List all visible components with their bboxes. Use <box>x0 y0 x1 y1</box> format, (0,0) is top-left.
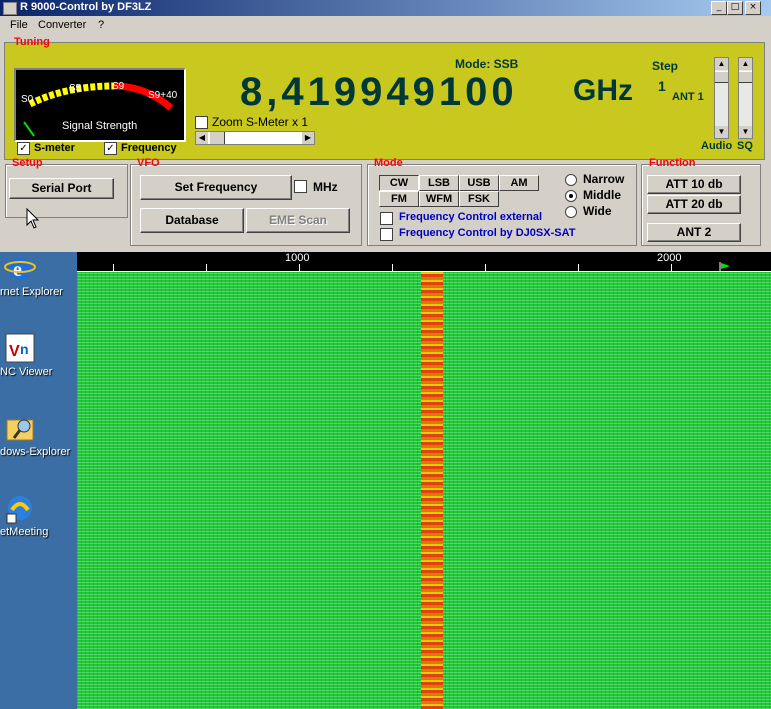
setup-group-label: Setup <box>12 157 43 169</box>
mode-fm-button[interactable]: FM <box>379 191 419 207</box>
window-title: R 9000-Control by DF3LZ <box>20 1 152 13</box>
app-icon <box>3 2 17 15</box>
zoom-smeter-checkbox[interactable] <box>195 116 208 129</box>
frequency-label: Frequency <box>121 142 177 154</box>
vnc-viewer-icon: Vn <box>4 332 36 364</box>
scroll-right-icon[interactable]: ▶ <box>302 132 314 144</box>
middle-label: Middle <box>583 188 621 202</box>
frequency-ruler: 1000 2000 <box>77 252 771 283</box>
fc-dj0sx-label: Frequency Control by DJ0SX-SAT <box>399 227 576 239</box>
tuning-group-label: Tuning <box>14 36 50 48</box>
mode-am-button[interactable]: AM <box>499 175 539 191</box>
meter-label: S9+40 <box>148 90 178 101</box>
mhz-label: MHz <box>313 180 338 194</box>
mode-cw-button[interactable]: CW <box>379 175 419 191</box>
svg-text:n: n <box>20 341 29 357</box>
scroll-up-icon[interactable]: ▲ <box>739 58 752 70</box>
smeter-label: S-meter <box>34 142 75 154</box>
desktop-icon-label: etMeeting <box>0 526 49 538</box>
s-meter: S0 S5 S9 S9+40 Signal Strength <box>14 68 186 142</box>
mode-wfm-button[interactable]: WFM <box>419 191 459 207</box>
maximize-button[interactable]: □ <box>727 1 743 15</box>
menu-file[interactable]: File <box>10 19 28 31</box>
eme-scan-button[interactable]: EME Scan <box>246 208 350 233</box>
zoom-slider[interactable]: ◀ ▶ <box>195 131 315 145</box>
step-value[interactable]: 1 <box>658 78 666 94</box>
fc-external-checkbox[interactable] <box>380 212 393 225</box>
desktop-icon-label: rnet Explorer <box>0 286 63 298</box>
set-frequency-button[interactable]: Set Frequency <box>140 175 292 200</box>
att-10-button[interactable]: ATT 10 db <box>647 175 741 194</box>
mode-group-label: Mode <box>374 157 403 169</box>
narrow-radio[interactable] <box>565 174 577 186</box>
mode-fsk-button[interactable]: FSK <box>459 191 499 207</box>
serial-port-button[interactable]: Serial Port <box>9 178 114 199</box>
antenna-display: ANT 1 <box>672 91 704 103</box>
internet-explorer-icon: e <box>4 252 36 284</box>
audio-slider[interactable]: ▲ ▼ <box>714 57 729 139</box>
scroll-down-icon[interactable]: ▼ <box>739 126 752 138</box>
fc-dj0sx-checkbox[interactable] <box>380 228 393 241</box>
wide-radio[interactable] <box>565 206 577 218</box>
scroll-down-icon[interactable]: ▼ <box>715 126 728 138</box>
att-20-button[interactable]: ATT 20 db <box>647 195 741 214</box>
meter-label: S0 <box>21 94 34 105</box>
frequency-unit: GHz <box>573 74 633 107</box>
scroll-left-icon[interactable]: ◀ <box>196 132 208 144</box>
audio-label: Audio <box>701 140 733 152</box>
squelch-slider-thumb[interactable] <box>739 71 752 83</box>
squelch-slider[interactable]: ▲ ▼ <box>738 57 753 139</box>
windows-explorer-icon <box>4 412 36 444</box>
frequency-checkbox[interactable]: ✓ <box>104 142 117 155</box>
meter-caption: Signal Strength <box>62 120 138 132</box>
mouse-cursor-icon <box>26 207 40 235</box>
zoom-slider-thumb[interactable] <box>209 132 225 144</box>
database-button[interactable]: Database <box>140 208 244 233</box>
frequency-display[interactable]: 8,419949100 <box>240 70 518 115</box>
mode-lsb-button[interactable]: LSB <box>419 175 459 191</box>
smeter-checkbox[interactable]: ✓ <box>17 142 30 155</box>
desktop-icon-label: dows-Explorer <box>0 446 71 458</box>
app-window: R 9000-Control by DF3LZ _ □ × File Conve… <box>0 0 771 252</box>
desktop-icon-label: NC Viewer <box>0 366 53 378</box>
mode-display: Mode: SSB <box>455 57 519 71</box>
meter-label: S9 <box>112 81 125 92</box>
meter-label: S5 <box>69 83 82 94</box>
menu-converter[interactable]: Converter <box>38 19 86 31</box>
radio-dot-icon <box>569 194 573 198</box>
mhz-checkbox[interactable] <box>294 180 307 193</box>
vfo-group-label: VFO <box>137 157 160 169</box>
mode-usb-button[interactable]: USB <box>459 175 499 191</box>
fc-external-label: Frequency Control external <box>399 211 543 223</box>
svg-text:V: V <box>9 343 20 360</box>
close-button[interactable]: × <box>745 1 761 15</box>
audio-slider-thumb[interactable] <box>715 71 728 83</box>
wide-label: Wide <box>583 204 612 218</box>
waterfall-signal-trace <box>421 272 443 709</box>
ruler-tick-label: 1000 <box>285 252 310 264</box>
narrow-label: Narrow <box>583 172 625 186</box>
middle-radio[interactable] <box>565 190 577 202</box>
zoom-smeter-label: Zoom S-Meter x 1 <box>212 115 309 129</box>
squelch-label: SQ <box>737 140 753 152</box>
netmeeting-icon <box>4 492 36 524</box>
title-bar[interactable]: R 9000-Control by DF3LZ _ □ × <box>0 0 771 16</box>
step-label: Step <box>652 59 679 73</box>
scroll-up-icon[interactable]: ▲ <box>715 58 728 70</box>
ant-2-button[interactable]: ANT 2 <box>647 223 741 242</box>
menu-bar: File Converter ? <box>0 16 771 34</box>
function-group-label: Function <box>649 157 696 169</box>
minimize-button[interactable]: _ <box>711 1 727 15</box>
ruler-tick-label: 2000 <box>657 252 682 264</box>
menu-help[interactable]: ? <box>98 19 104 31</box>
